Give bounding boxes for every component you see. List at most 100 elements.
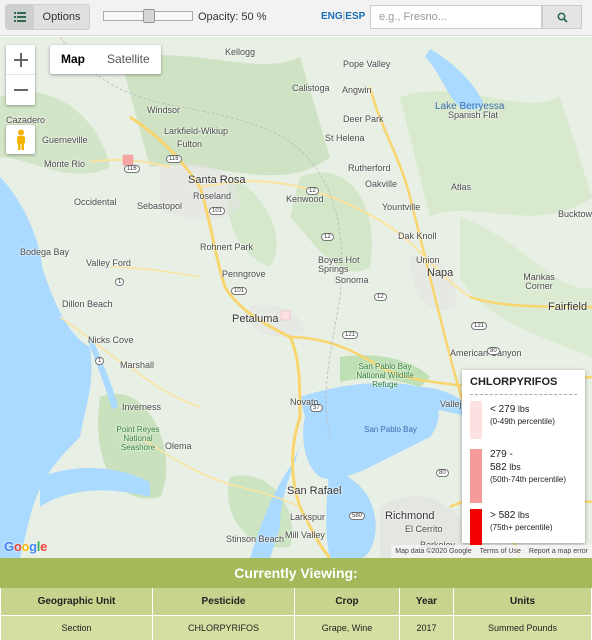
place-label: Rutherford <box>348 163 391 173</box>
place-label: Guerneville <box>42 135 88 145</box>
place-label: Olema <box>165 441 192 451</box>
language-switch: ENG|ESP <box>321 11 365 22</box>
place-label: Stinson Beach <box>226 534 285 544</box>
place-label: Atlas <box>451 182 472 192</box>
legend-unit: lbs <box>517 404 530 414</box>
route-shield: 580 <box>349 512 366 520</box>
report-map-error-link[interactable]: Report a map error <box>529 548 588 555</box>
place-label: Oakville <box>365 179 398 189</box>
legend-range: < 279 <box>490 404 516 415</box>
place-label: Occidental <box>74 197 117 207</box>
opacity-label: Opacity: 50 % <box>198 11 267 23</box>
place-label: Inverness <box>122 402 162 412</box>
table-row: Section CHLORPYRIFOS Grape, Wine 2017 Su… <box>0 614 592 640</box>
lang-eng-link[interactable]: ENG <box>321 11 343 22</box>
legend-item: < 279 lbs (0-49th percentile) <box>470 401 577 443</box>
legend-range-upper: 582 <box>490 462 507 473</box>
place-label: Marshall <box>120 360 155 370</box>
place-label: San Pablo Bay National Wildlife Refuge <box>356 362 414 389</box>
legend-percentile: (0-49th percentile) <box>490 417 555 426</box>
route-shield: 12 <box>321 233 334 241</box>
legend-swatch <box>470 449 482 503</box>
table-cell: Summed Pounds <box>453 614 592 640</box>
map-type-map-button[interactable]: Map <box>50 45 96 74</box>
top-toolbar: Options Opacity: 50 % ENG|ESP <box>0 0 592 36</box>
place-label: Fairfield <box>548 301 588 313</box>
table-cell: Grape, Wine <box>294 614 400 640</box>
legend-range: > 582 <box>490 510 516 521</box>
place-label: San Pablo Bay <box>364 425 417 434</box>
place-label: Kellogg <box>225 47 256 57</box>
legend-percentile: (50th-74th percentile) <box>490 475 567 484</box>
map-canvas[interactable]: Kellogg Pope Valley Calistoga Angwin Dee… <box>0 37 592 558</box>
table-cell: CHLORPYRIFOS <box>152 614 295 640</box>
zoom-out-button[interactable] <box>6 75 35 105</box>
place-label: Larkfield-Wikiup <box>164 126 229 136</box>
place-label: American Canyon <box>450 348 522 358</box>
place-label: Calistoga <box>292 83 330 93</box>
currently-viewing-panel: Currently Viewing: Geographic Unit Pesti… <box>0 558 592 640</box>
place-label: Larkspur <box>290 512 326 522</box>
place-label: Sonoma <box>335 275 369 285</box>
place-label: St Helena <box>325 133 365 143</box>
map-type-control: Map Satellite <box>50 45 161 74</box>
opacity-slider-thumb[interactable] <box>143 9 155 23</box>
plus-icon <box>13 52 28 67</box>
options-button[interactable]: Options <box>5 4 90 30</box>
zoom-in-button[interactable] <box>6 45 35 75</box>
column-header: Pesticide <box>152 588 295 616</box>
map-type-satellite-button[interactable]: Satellite <box>96 45 161 74</box>
place-label: Union <box>416 255 440 265</box>
legend-item: > 582 lbs (75th+ percentile) <box>470 509 577 549</box>
map-data-credit: Map data ©2020 Google <box>395 548 472 555</box>
currently-viewing-title: Currently Viewing: <box>234 565 358 581</box>
street-view-pegman[interactable] <box>6 125 35 154</box>
place-label: San Rafael <box>287 485 342 497</box>
place-label: Santa Rosa <box>188 174 246 186</box>
search-button[interactable] <box>542 5 582 29</box>
legend-percentile: (75th+ percentile) <box>490 523 553 532</box>
search-icon <box>556 11 568 23</box>
place-label: Bucktown <box>558 209 592 219</box>
route-shield: 116 <box>166 155 182 163</box>
place-label: Sebastopol <box>137 201 183 211</box>
pegman-icon <box>16 129 25 150</box>
google-logo[interactable]: Google <box>4 539 47 554</box>
place-label: Penngrove <box>222 269 266 279</box>
place-label: Boyes Hot Springs <box>318 255 360 274</box>
minus-icon <box>13 89 28 91</box>
legend-item: 279 - 582 lbs (50th-74th percentile) <box>470 449 577 503</box>
place-label: Mill Valley <box>285 530 325 540</box>
opacity-slider[interactable] <box>103 9 193 23</box>
route-shield: 121 <box>471 322 488 330</box>
place-label: Kenwood <box>286 194 324 204</box>
place-label: Richmond <box>385 510 435 522</box>
place-label: Point Reyes National Seashore <box>116 425 160 452</box>
route-shield: 12 <box>374 293 387 301</box>
column-header: Year <box>399 588 454 616</box>
place-label: Deer Park <box>343 114 384 124</box>
lang-esp-link[interactable]: ESP <box>345 11 365 22</box>
current-selection-table: Geographic Unit Pesticide Crop Year Unit… <box>0 588 592 640</box>
place-label: El Cerrito <box>405 524 443 534</box>
route-shield: 80 <box>436 469 449 477</box>
column-header: Units <box>453 588 592 616</box>
place-label: Pope Valley <box>343 59 391 69</box>
location-search-input[interactable] <box>370 5 542 29</box>
place-label: Roseland <box>193 191 232 201</box>
place-label: Rohnert Park <box>200 242 254 252</box>
place-label: Dillon Beach <box>62 299 113 309</box>
terms-of-use-link[interactable]: Terms of Use <box>480 548 521 555</box>
route-shield: 101 <box>209 207 226 215</box>
map-attribution: Map data ©2020 Google Terms of Use Repor… <box>391 545 592 558</box>
legend-title: CHLORPYRIFOS <box>470 376 577 395</box>
legend-unit: lbs <box>509 462 521 472</box>
route-shield: 101 <box>231 287 248 295</box>
place-label: Petaluma <box>232 313 279 325</box>
place-label: Yountville <box>382 202 421 212</box>
place-label: Nicks Cove <box>88 335 134 345</box>
legend-swatch <box>470 401 482 439</box>
route-shield: 116 <box>124 165 140 173</box>
list-icon <box>6 5 34 29</box>
place-label: Monte Rio <box>44 159 86 169</box>
